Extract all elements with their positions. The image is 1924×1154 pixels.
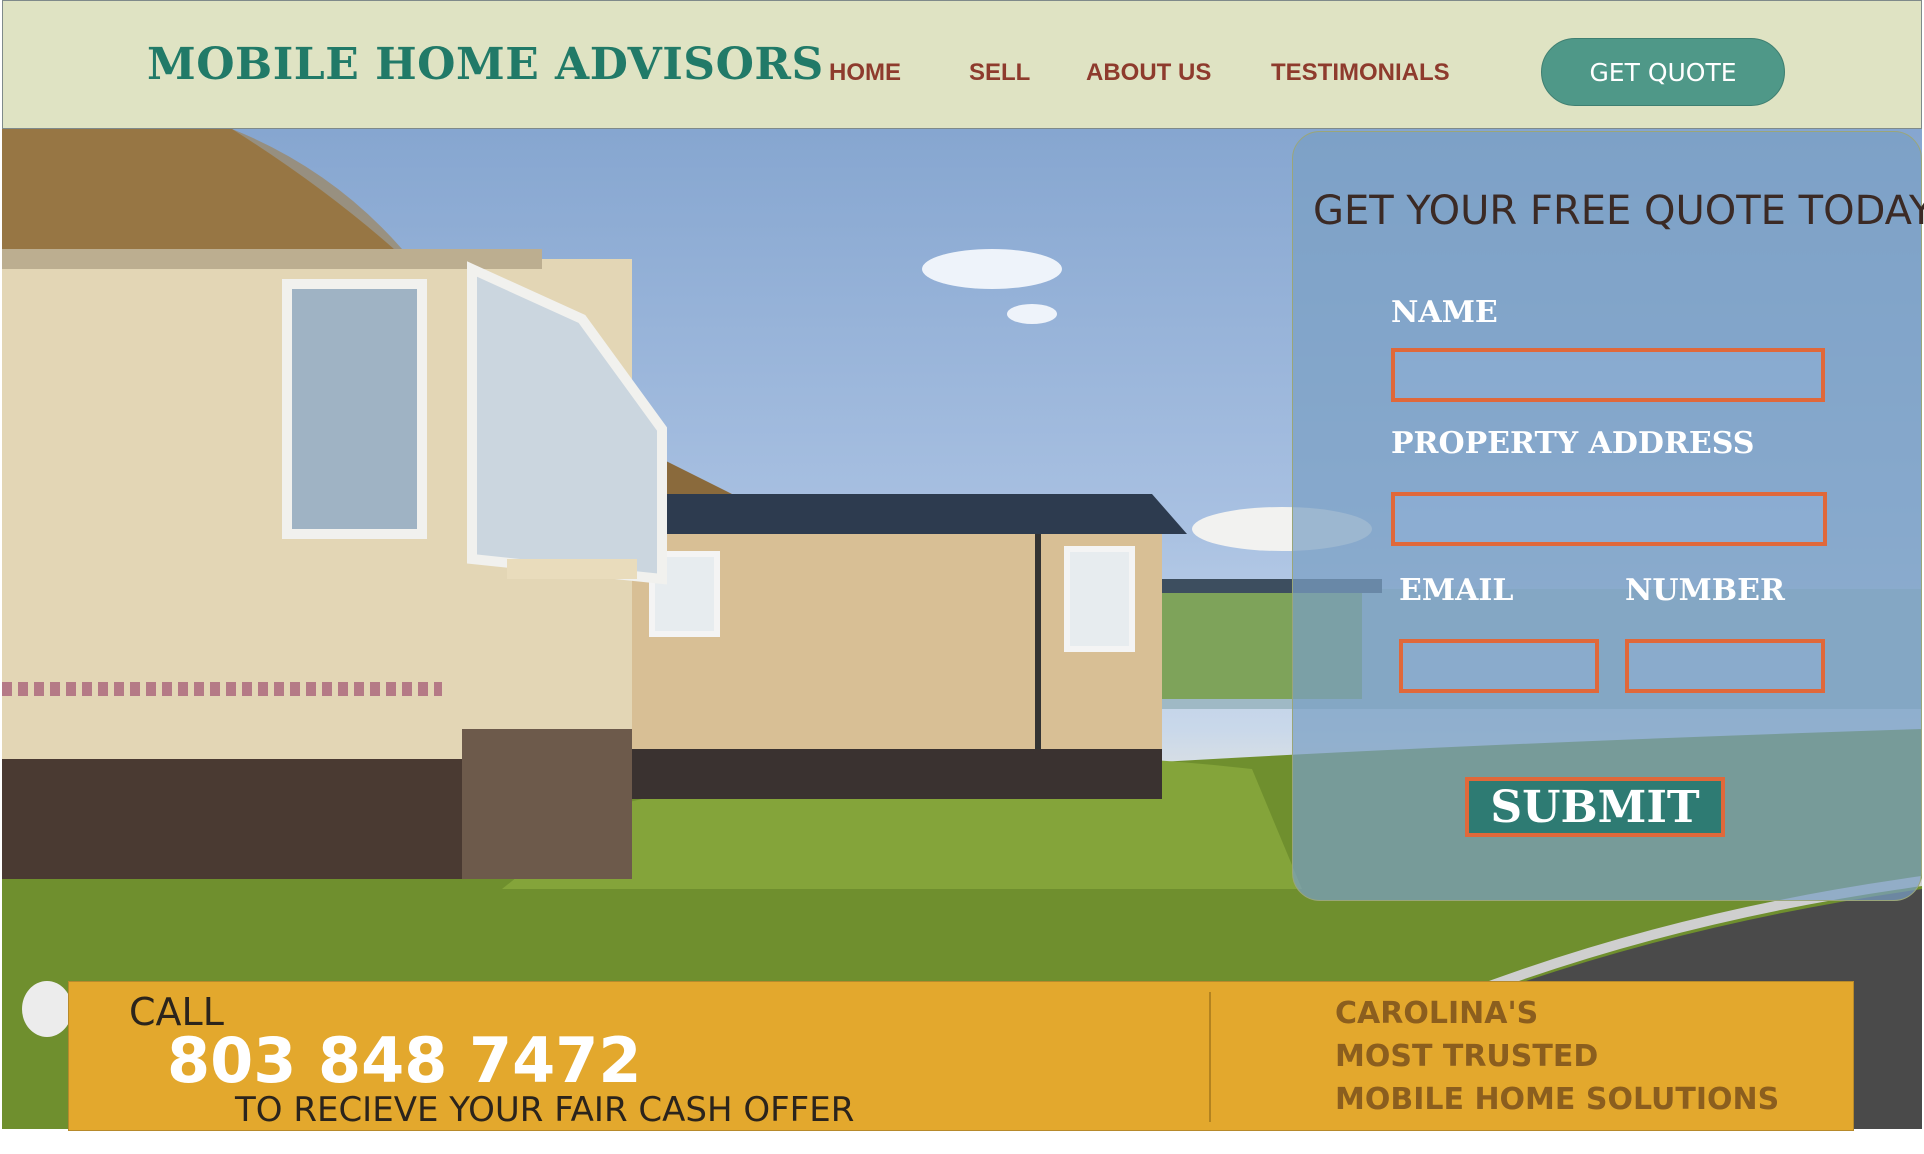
nav-about-us[interactable]: ABOUT US bbox=[1086, 59, 1211, 87]
property-address-label: PROPERTY ADDRESS bbox=[1391, 426, 1755, 461]
name-input[interactable] bbox=[1391, 348, 1825, 402]
tagline-line-2: MOST TRUSTED bbox=[1335, 1039, 1599, 1074]
form-title: GET YOUR FREE QUOTE TODAY bbox=[1313, 188, 1924, 234]
brand-logo[interactable]: MOBILE HOME ADVISORS bbox=[147, 39, 824, 90]
nav-home[interactable]: HOME bbox=[829, 59, 901, 87]
nav-testimonials[interactable]: TESTIMONIALS bbox=[1271, 59, 1450, 87]
submit-button[interactable]: SUBMIT bbox=[1465, 777, 1725, 837]
email-label: EMAIL bbox=[1399, 573, 1514, 608]
get-quote-button[interactable]: GET QUOTE bbox=[1541, 38, 1785, 106]
call-banner: CALL 803 848 7472 TO RECIEVE YOUR FAIR C… bbox=[68, 981, 1854, 1131]
property-address-input[interactable] bbox=[1391, 492, 1827, 546]
email-input[interactable] bbox=[1399, 639, 1599, 693]
offer-text: TO RECIEVE YOUR FAIR CASH OFFER bbox=[235, 1090, 855, 1130]
site-header: MOBILE HOME ADVISORS HOME SELL ABOUT US … bbox=[2, 0, 1922, 129]
nav-sell[interactable]: SELL bbox=[969, 59, 1030, 87]
banner-divider bbox=[1209, 992, 1211, 1122]
phone-number[interactable]: 803 848 7472 bbox=[167, 1024, 642, 1097]
number-input[interactable] bbox=[1625, 639, 1825, 693]
name-label: NAME bbox=[1391, 295, 1498, 330]
tagline-line-1: CAROLINA'S bbox=[1335, 996, 1539, 1031]
number-label: NUMBER bbox=[1625, 573, 1785, 608]
tagline-line-3: MOBILE HOME SOLUTIONS bbox=[1335, 1082, 1780, 1117]
quote-form-panel: GET YOUR FREE QUOTE TODAY NAME PROPERTY … bbox=[1292, 131, 1924, 901]
